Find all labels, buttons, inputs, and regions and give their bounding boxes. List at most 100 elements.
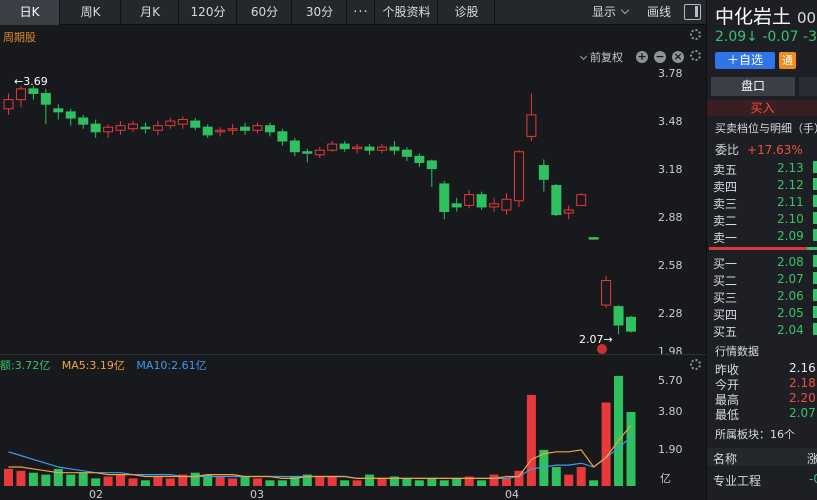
quote-panel: 中化岩土 00 2.09↓ -0.07 -3 ＋自选 通 盘口 买入 买卖档位与明… [706, 0, 817, 500]
tab-stock-profile[interactable]: 个股资料 [376, 0, 438, 25]
tab-120min[interactable]: 120分 [180, 0, 237, 25]
candle-body [513, 151, 524, 202]
candle-body [601, 280, 612, 306]
ask-volume-bar [813, 229, 817, 241]
tab-pankou[interactable]: 盘口 [711, 77, 795, 96]
volume-bar [277, 480, 287, 486]
ma5-line [8, 424, 632, 480]
bid-row[interactable]: 买四 2.05 [707, 305, 817, 322]
volume-settings-gear-icon[interactable] [690, 359, 701, 370]
volume-bar [103, 476, 113, 486]
candle-body [264, 125, 275, 133]
bid-price: 2.06 [777, 289, 804, 303]
volume-tick: 1.90 [658, 443, 683, 456]
tab-more[interactable] [799, 77, 817, 96]
weibi-label: 委比 [715, 143, 740, 157]
ask-volume-bar [813, 195, 817, 207]
zoom-out-icon[interactable]: − [654, 51, 666, 63]
drawline-button[interactable]: 画线 [640, 0, 678, 25]
kline-chart-area[interactable]: 周期股 前复权 + − × 3.78 3.48 3.18 2.88 2.58 2… [0, 26, 706, 500]
volume-plot [4, 375, 636, 486]
ask-price: 2.11 [777, 195, 804, 209]
market-value: 2.07 [789, 406, 816, 420]
stock-code: 00 [797, 9, 817, 27]
volume-bar [489, 474, 499, 486]
tab-30min[interactable]: 30分 [293, 0, 347, 25]
candle-body [165, 120, 176, 127]
ask-row[interactable]: 卖四 2.12 [707, 177, 817, 194]
candle-body [352, 146, 363, 150]
volume-bar [140, 480, 150, 486]
tab-monthly-k[interactable]: 月K [122, 0, 179, 25]
volume-bar [116, 474, 126, 486]
ask-row[interactable]: 卖二 2.10 [707, 211, 817, 228]
candle-body [215, 129, 226, 133]
tong-badge[interactable]: 通 [779, 52, 796, 69]
volume-bar [427, 478, 437, 486]
candle-body [464, 194, 475, 206]
ask-volume-bar [813, 161, 817, 173]
event-marker-icon[interactable] [597, 344, 607, 354]
candle-body [177, 119, 188, 125]
candle-body [152, 125, 163, 131]
candle-body [551, 184, 562, 216]
tab-weekly-k[interactable]: 周K [61, 0, 121, 25]
volume-bar [526, 394, 536, 486]
volume-bar [16, 470, 26, 486]
market-value: 2.18 [789, 376, 816, 390]
candle-body [414, 155, 425, 163]
candle-body [314, 149, 325, 156]
tab-60min[interactable]: 60分 [238, 0, 292, 25]
candle-body [377, 146, 387, 151]
tab-daily-k[interactable]: 日K [0, 0, 60, 25]
buy-button[interactable]: 买入 [707, 100, 817, 116]
candle-body [489, 203, 500, 208]
candle-body [401, 149, 412, 157]
market-row: 最低 2.07 [707, 406, 817, 422]
low-annotation: 2.07→ [579, 333, 613, 346]
zoom-in-icon[interactable]: + [636, 51, 648, 63]
add-watchlist-button[interactable]: ＋自选 [715, 52, 775, 69]
tab-diagnosis[interactable]: 诊股 [439, 0, 495, 25]
candle-body [364, 146, 375, 151]
adjust-dropdown[interactable]: 前复权 [579, 49, 623, 65]
bid-row[interactable]: 买二 2.07 [707, 271, 817, 288]
volume-unit: 亿 [660, 472, 671, 485]
volume-bar [502, 478, 511, 486]
volume-indicator-bar: 额:3.72亿 MA5:3.19亿 MA10:2.61亿 [0, 357, 706, 372]
volume-bar [190, 472, 200, 486]
sector-change: -0 [809, 472, 817, 486]
candlestick-plot [3, 85, 636, 335]
volume-bar [551, 467, 561, 486]
bid-row[interactable]: 买一 2.08 [707, 254, 817, 271]
bid-label: 买一 [713, 257, 738, 271]
bid-label: 买五 [713, 325, 738, 339]
more-periods-button[interactable]: ··· [348, 0, 375, 25]
sector-change-header[interactable]: 涨 [807, 450, 817, 467]
bid-volume-bar [813, 306, 817, 318]
volume-bar [153, 476, 163, 486]
panel-divider [0, 354, 706, 355]
ask-row[interactable]: 卖五 2.13 [707, 160, 817, 177]
volume-bar [78, 472, 88, 486]
sector-row[interactable]: 专业工程 -0 [707, 472, 817, 490]
ask-row[interactable]: 卖三 2.11 [707, 194, 817, 211]
candle-body [626, 316, 636, 332]
bid-label: 买四 [713, 308, 738, 322]
candle-body [439, 183, 450, 213]
price-tick: 3.48 [658, 115, 683, 128]
candle-body [78, 117, 89, 125]
candle-body [190, 120, 201, 128]
display-dropdown[interactable]: 显示 [584, 0, 636, 25]
chart-settings-gear-icon[interactable] [690, 29, 701, 40]
close-icon[interactable]: × [672, 51, 684, 63]
candle-body [588, 237, 599, 240]
panel-toggle-icon[interactable] [684, 4, 701, 20]
candle-body [15, 88, 26, 101]
bid-row[interactable]: 买三 2.06 [707, 288, 817, 305]
bid-row[interactable]: 买五 2.04 [707, 322, 817, 339]
ask-row[interactable]: 卖一 2.09 [707, 228, 817, 245]
main-chart-gear-icon[interactable] [690, 50, 701, 61]
price-tick: 3.18 [658, 163, 683, 176]
high-annotation: ←3.69 [14, 75, 48, 88]
